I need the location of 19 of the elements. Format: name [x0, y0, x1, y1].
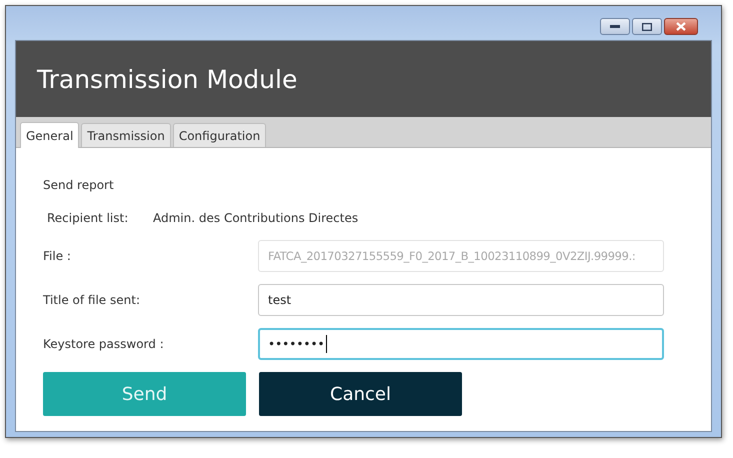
recipient-value: Admin. des Contributions Directes: [153, 211, 358, 225]
window-title: Transmission Module: [37, 64, 298, 94]
tab[interactable]: Transmission: [81, 123, 171, 147]
recipient-label: Recipient list:: [46, 211, 130, 225]
maximize-button[interactable]: [632, 18, 662, 35]
tab[interactable]: Configuration: [172, 123, 266, 147]
input-field[interactable]: ••••••••: [258, 328, 664, 360]
field-label: File :: [43, 249, 72, 263]
close-icon: [676, 22, 686, 31]
field-label: Keystore password :: [43, 337, 165, 351]
field-label: Title of file sent:: [43, 293, 141, 307]
maximize-icon: [642, 22, 652, 30]
close-button[interactable]: [664, 18, 698, 35]
cancel-button[interactable]: Cancel: [259, 372, 462, 416]
input-field[interactable]: test: [258, 284, 664, 316]
minimize-button[interactable]: [600, 18, 630, 35]
tab[interactable]: General: [20, 122, 80, 148]
minimize-icon: [610, 24, 620, 28]
section-title: Send report: [43, 178, 115, 194]
